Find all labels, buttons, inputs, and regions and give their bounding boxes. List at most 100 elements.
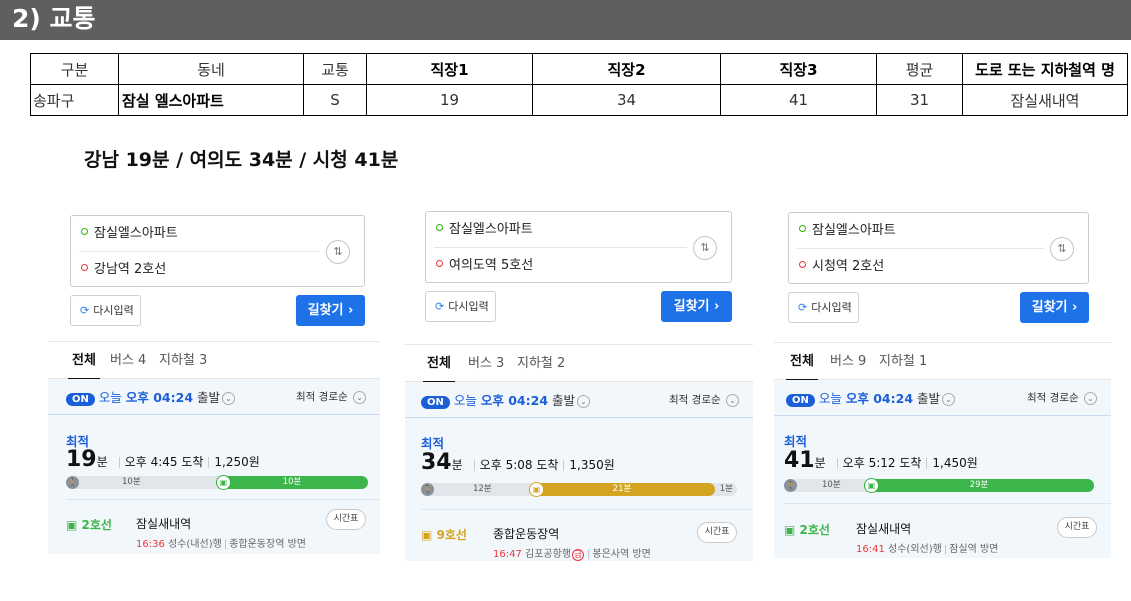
find-route-button[interactable]: 길찾기 ›: [1020, 292, 1089, 323]
departure-selector[interactable]: ON 오늘 오후 04:24 출발 ⌄: [786, 388, 956, 407]
separator: [118, 457, 120, 468]
tab-bus[interactable]: 버스 3: [468, 345, 504, 382]
fare: 1,250원: [214, 455, 260, 469]
swap-route-icon[interactable]: ⇅: [1050, 237, 1074, 261]
minute-unit: 분: [451, 458, 463, 472]
timetable-button[interactable]: 시간표: [326, 509, 366, 530]
cell-transport: S: [303, 84, 367, 116]
minute-unit: 분: [814, 456, 826, 470]
tab-all[interactable]: 전체: [786, 343, 818, 381]
step-divider: [784, 503, 1111, 504]
timetable-button[interactable]: 시간표: [697, 522, 737, 543]
chevron-right-icon: ›: [1072, 300, 1078, 315]
walk-after-duration: 1분: [719, 484, 733, 494]
transport-tabs: 전체 버스 3 지하철 2: [405, 344, 753, 383]
line-name: 9호선: [436, 528, 467, 542]
train-icon: ▣: [529, 482, 544, 497]
reset-button[interactable]: ⟳ 다시입력: [70, 295, 141, 326]
swap-route-icon[interactable]: ⇅: [326, 240, 350, 264]
reset-button[interactable]: ⟳ 다시입력: [788, 292, 859, 323]
route-result: ON 오늘 오후 04:24 출발 ⌄ 최적 경로순 ⌄ 최적 19분 오후 4:45…: [48, 379, 380, 554]
separator: |: [223, 539, 228, 550]
total-minutes: 19: [66, 447, 97, 472]
reset-label: 다시입력: [811, 301, 852, 314]
route-divider: [79, 251, 320, 252]
train-icon: ▣: [784, 523, 796, 537]
tab-subway[interactable]: 지하철 2: [517, 345, 565, 382]
arrival-time: 오후 5:12 도착: [842, 456, 922, 470]
next-train-info: 16:41 성수(외선)행 | 잠실역 방면: [856, 540, 998, 555]
tab-all[interactable]: 전체: [68, 342, 100, 380]
destination-field[interactable]: 강남역 2호선: [81, 258, 166, 282]
route-panel-yeouido: 잠실엘스아파트 여의도역 5호선 ⇅ ⟳ 다시입력 길찾기 › 전체 버스 3 지…: [405, 211, 753, 561]
cell-neighborhood: 잠실 엘스아파트: [118, 84, 304, 116]
departure-selector[interactable]: ON 오늘 오후 04:24 출발 ⌄: [421, 390, 591, 409]
chevron-down-icon: ⌄: [1084, 391, 1097, 405]
route-timeline-bar: 10분 🚶 29분 ▣: [784, 478, 1094, 493]
origin-field[interactable]: 잠실엘스아파트: [799, 219, 896, 243]
tab-bus[interactable]: 버스 4: [110, 342, 146, 379]
sort-label: 최적 경로순: [669, 394, 721, 406]
train-direction: 잠실역 방면: [949, 544, 999, 555]
route-summary: 41분 오후 5:12 도착 1,450원: [784, 448, 978, 473]
sort-selector[interactable]: 최적 경로순 ⌄: [1027, 390, 1097, 405]
tab-subway[interactable]: 지하철 1: [879, 343, 927, 380]
origin-field[interactable]: 잠실엘스아파트: [436, 218, 533, 242]
minute-unit: 분: [96, 455, 108, 469]
swap-route-icon[interactable]: ⇅: [693, 236, 717, 260]
destination-dot-icon: [436, 260, 443, 267]
find-route-button[interactable]: 길찾기 ›: [661, 291, 732, 322]
tab-subway[interactable]: 지하철 3: [159, 342, 207, 379]
next-train-info: 16:47 김포공항행 급 | 봉은사역 방면: [493, 545, 651, 561]
origin-field[interactable]: 잠실엘스아파트: [81, 222, 178, 246]
train-icon: ▣: [421, 528, 433, 542]
step-divider: [66, 499, 380, 500]
destination-dot-icon: [81, 264, 88, 271]
refresh-icon: ⟳: [798, 301, 808, 314]
destination-field[interactable]: 시청역 2호선: [799, 255, 884, 279]
cell-station: 잠실새내역: [962, 84, 1128, 116]
subway-segment: 21분: [529, 483, 715, 496]
route-divider: [434, 247, 687, 248]
train-destination: 성수(내선)행: [168, 539, 222, 550]
origin-text: 잠실엘스아파트: [812, 223, 896, 238]
timetable-button[interactable]: 시간표: [1057, 517, 1097, 538]
refresh-icon: ⟳: [435, 300, 445, 313]
route-panel-gangnam: 잠실엘스아파트 강남역 2호선 ⇅ ⟳ 다시입력 길찾기 › 전체 버스 4 지하…: [48, 215, 380, 555]
find-route-button[interactable]: 길찾기 ›: [296, 295, 365, 326]
total-minutes: 41: [784, 448, 815, 473]
cell-district: 송파구: [30, 84, 119, 116]
result-divider: [405, 417, 753, 418]
subway-segment: 29분: [864, 479, 1094, 492]
result-divider: [48, 414, 380, 415]
walk-icon: 🚶: [421, 483, 434, 496]
walk-icon: 🚶: [66, 476, 79, 489]
table-header-row: 구분 동네 교통 직장1 직장2 직장3 평균 도로 또는 지하철역 명: [30, 53, 1128, 85]
walk-duration: 12분: [473, 484, 492, 494]
next-train-time: 16:41: [856, 544, 885, 555]
route-input-box: 잠실엘스아파트 시청역 2호선 ⇅: [788, 212, 1089, 284]
train-destination: 성수(외선)행: [888, 544, 942, 555]
header-work2: 직장2: [532, 53, 721, 85]
destination-text: 강남역 2호선: [94, 262, 167, 277]
tab-bus[interactable]: 버스 9: [830, 343, 866, 380]
route-summary: 19분 오후 4:45 도착 1,250원: [66, 447, 260, 472]
tab-all[interactable]: 전체: [423, 345, 455, 383]
separator: [926, 458, 928, 469]
separator: |: [943, 544, 948, 555]
find-label: 길찾기: [673, 299, 710, 314]
transport-tabs: 전체 버스 4 지하철 3: [48, 341, 380, 380]
departure-time: 오후 04:24: [845, 391, 914, 406]
separator: [836, 458, 838, 469]
reset-button[interactable]: ⟳ 다시입력: [425, 291, 496, 322]
find-label: 길찾기: [1031, 300, 1068, 315]
departure-selector[interactable]: ON 오늘 오후 04:24 출발 ⌄: [66, 387, 236, 406]
subway-line-badge: ▣ 2호선: [784, 521, 830, 538]
route-summary: 34분 오후 5:08 도착 1,350원: [421, 450, 615, 475]
destination-field[interactable]: 여의도역 5호선: [436, 254, 533, 278]
sort-selector[interactable]: 최적 경로순 ⌄: [296, 389, 366, 404]
sort-selector[interactable]: 최적 경로순 ⌄: [669, 392, 739, 407]
origin-dot-icon: [436, 224, 443, 231]
route-result: ON 오늘 오후 04:24 출발 ⌄ 최적 경로순 ⌄ 최적 41분 오후 5:12…: [774, 380, 1111, 558]
refresh-icon: ⟳: [80, 304, 90, 317]
